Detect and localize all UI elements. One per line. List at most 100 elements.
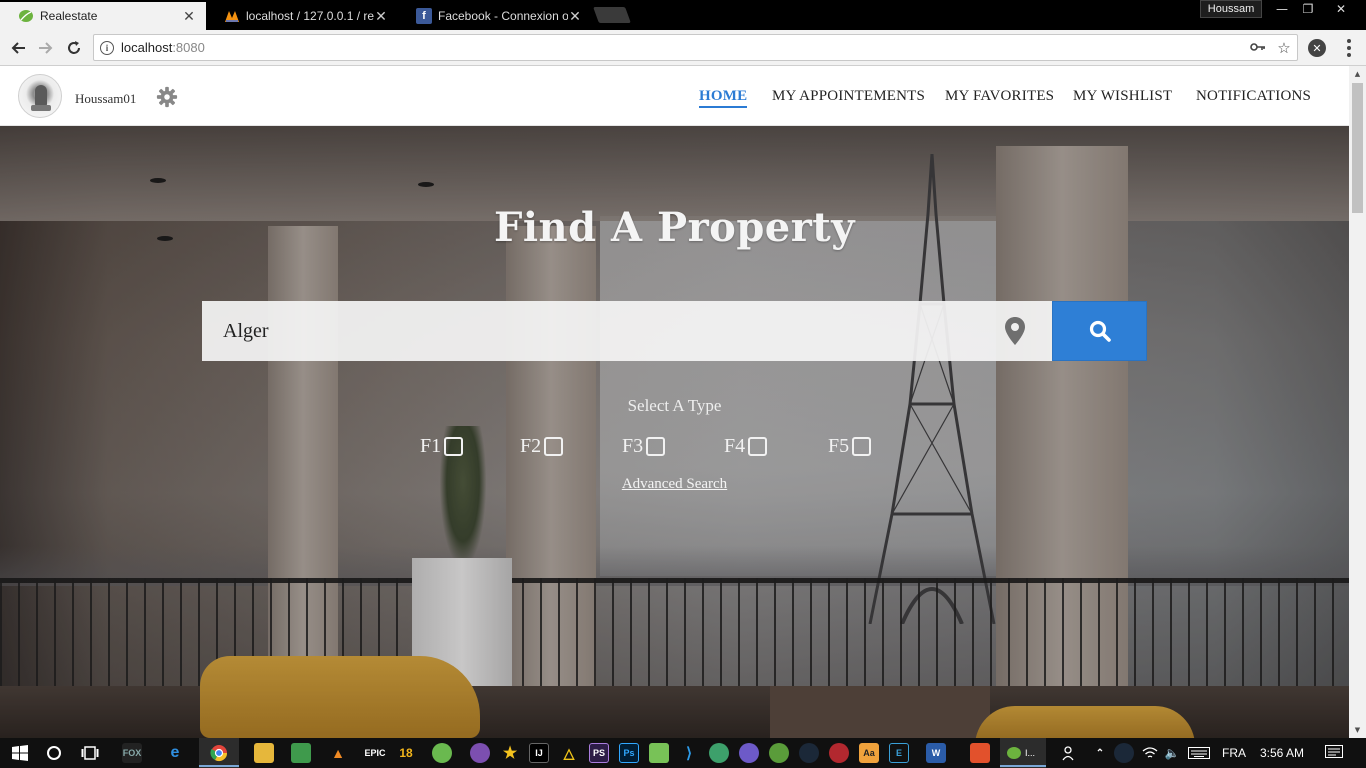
search-icon	[1089, 320, 1111, 342]
hero-section: Find A Property Alger Select A Type F1 F…	[0, 126, 1349, 738]
word-icon[interactable]: W	[926, 743, 946, 763]
type-option-f3[interactable]: F3	[622, 434, 666, 458]
type-label-f2: F2	[520, 434, 542, 457]
language-indicator[interactable]: FRA	[1222, 746, 1246, 760]
vscode-icon[interactable]: ⟩	[679, 743, 699, 763]
app-icon[interactable]	[829, 743, 849, 763]
vlc-icon[interactable]: ▲	[328, 743, 348, 763]
advanced-search-row: Advanced Search	[0, 476, 1349, 493]
app-icon[interactable]	[769, 743, 789, 763]
star-icon[interactable]: ☆	[1271, 39, 1297, 57]
browser-menu-icon[interactable]	[1342, 37, 1356, 59]
volume-icon[interactable]: 🔈	[1162, 743, 1182, 763]
realestate-taskbar-button[interactable]: I...	[1006, 743, 1042, 763]
scroll-down-arrow-icon[interactable]: ▼	[1349, 722, 1366, 738]
chrome-icon[interactable]	[209, 743, 229, 763]
type-option-f4[interactable]: F4	[724, 434, 768, 458]
checkbox-f5[interactable]	[852, 436, 872, 456]
people-icon[interactable]	[1060, 743, 1080, 763]
page-viewport: Houssam01 HOME MY APPOINTEMENTS MY FAVOR…	[0, 66, 1366, 738]
nav-my-appointements[interactable]: MY APPOINTEMENTS	[772, 88, 925, 105]
photoshop-icon[interactable]: Ps	[619, 743, 639, 763]
key-icon[interactable]	[1245, 39, 1271, 57]
close-tab-icon[interactable]: ✕	[374, 8, 388, 25]
close-tab-icon[interactable]: ✕	[182, 8, 196, 25]
edge-icon[interactable]: e	[165, 743, 185, 763]
scroll-thumb[interactable]	[1352, 83, 1363, 213]
app-icon[interactable]	[470, 743, 490, 763]
main-nav: HOME MY APPOINTEMENTS MY FAVORITES MY WI…	[0, 66, 1349, 126]
type-label-f5: F5	[828, 434, 850, 457]
tab-title: Realestate	[40, 9, 98, 23]
close-window-icon[interactable]: ✕	[1326, 0, 1356, 18]
advanced-search-link[interactable]: Advanced Search	[622, 476, 727, 492]
xampp-icon[interactable]	[970, 743, 990, 763]
app-icon[interactable]: △	[559, 743, 579, 763]
scroll-up-arrow-icon[interactable]: ▲	[1349, 66, 1366, 82]
type-label-f3: F3	[622, 434, 644, 457]
clock[interactable]: 3:56 AM	[1260, 746, 1304, 760]
epic-games-icon[interactable]: EPIC	[365, 743, 386, 763]
android-icon[interactable]	[649, 743, 669, 763]
nav-my-favorites[interactable]: MY FAVORITES	[945, 88, 1054, 105]
reload-icon[interactable]	[62, 36, 86, 60]
checkbox-f4[interactable]	[748, 436, 768, 456]
type-label-f1: F1	[420, 434, 442, 457]
task-view-icon[interactable]	[80, 743, 100, 763]
app-icon[interactable]	[291, 743, 311, 763]
wifi-icon[interactable]	[1140, 743, 1160, 763]
address-bar[interactable]: i localhost:8080 ☆	[93, 34, 1298, 61]
nav-notifications[interactable]: NOTIFICATIONS	[1196, 88, 1311, 105]
app-icon[interactable]	[709, 743, 729, 763]
tab-title: Facebook - Connexion ou	[438, 9, 568, 23]
url-text: localhost:8080	[121, 40, 205, 55]
search-button[interactable]	[1052, 301, 1147, 361]
notification-center-icon[interactable]	[1324, 743, 1344, 763]
nav-home[interactable]: HOME	[699, 88, 748, 108]
app-icon[interactable]	[432, 743, 452, 763]
location-pin-icon[interactable]	[1004, 316, 1026, 346]
phpstorm-icon[interactable]: PS	[589, 743, 609, 763]
phpmyadmin-icon	[224, 8, 240, 24]
checkbox-f2[interactable]	[544, 436, 564, 456]
nav-my-wishlist[interactable]: MY WISHLIST	[1073, 88, 1172, 105]
close-tab-icon[interactable]: ✕	[568, 8, 582, 25]
checkbox-f3[interactable]	[646, 436, 666, 456]
checkbox-f1[interactable]	[444, 436, 464, 456]
type-option-f1[interactable]: F1	[420, 434, 464, 458]
type-option-f5[interactable]: F5	[828, 434, 872, 458]
browser-profile-button[interactable]: Houssam	[1200, 0, 1262, 18]
back-arrow-icon[interactable]	[6, 36, 30, 60]
tab-title: localhost / 127.0.0.1 / rea	[246, 9, 374, 23]
app-icon[interactable]	[739, 743, 759, 763]
forward-arrow-icon[interactable]	[34, 36, 58, 60]
minimize-icon[interactable]: —	[1268, 0, 1296, 18]
info-icon[interactable]: i	[100, 40, 114, 55]
tab-facebook[interactable]: f Facebook - Connexion ou ✕	[398, 2, 592, 30]
fox-app-icon[interactable]: FOX	[122, 743, 142, 763]
steam-icon[interactable]	[799, 743, 819, 763]
app-icon[interactable]: 18	[396, 743, 416, 763]
search-input[interactable]: Alger	[202, 301, 1052, 361]
cortana-icon[interactable]	[44, 743, 64, 763]
windows-start-icon[interactable]	[10, 743, 30, 763]
app-icon[interactable]: E	[889, 743, 909, 763]
extension-icon[interactable]: ✕	[1308, 39, 1326, 57]
file-explorer-icon[interactable]	[254, 743, 274, 763]
app-icon[interactable]: Aa	[859, 743, 879, 763]
chevron-up-icon[interactable]: ⌃	[1090, 743, 1110, 763]
keyboard-icon[interactable]	[1186, 743, 1212, 763]
leaf-icon	[18, 8, 34, 24]
steam-tray-icon[interactable]	[1114, 743, 1134, 763]
tab-realestate[interactable]: Realestate ✕	[0, 2, 206, 30]
hero-title: Find A Property	[493, 204, 856, 251]
star-app-icon[interactable]: ★	[500, 743, 520, 763]
browser-tab-strip: Realestate ✕ localhost / 127.0.0.1 / rea…	[0, 0, 1366, 30]
tab-phpmyadmin[interactable]: localhost / 127.0.0.1 / rea ✕	[206, 2, 398, 30]
new-tab-button[interactable]	[593, 7, 631, 23]
page-scrollbar[interactable]: ▲ ▼	[1349, 66, 1366, 738]
type-option-f2[interactable]: F2	[520, 434, 564, 458]
intellij-icon[interactable]: IJ	[529, 743, 549, 763]
search-input-value: Alger	[223, 319, 269, 342]
restore-icon[interactable]: ❐	[1294, 0, 1322, 18]
